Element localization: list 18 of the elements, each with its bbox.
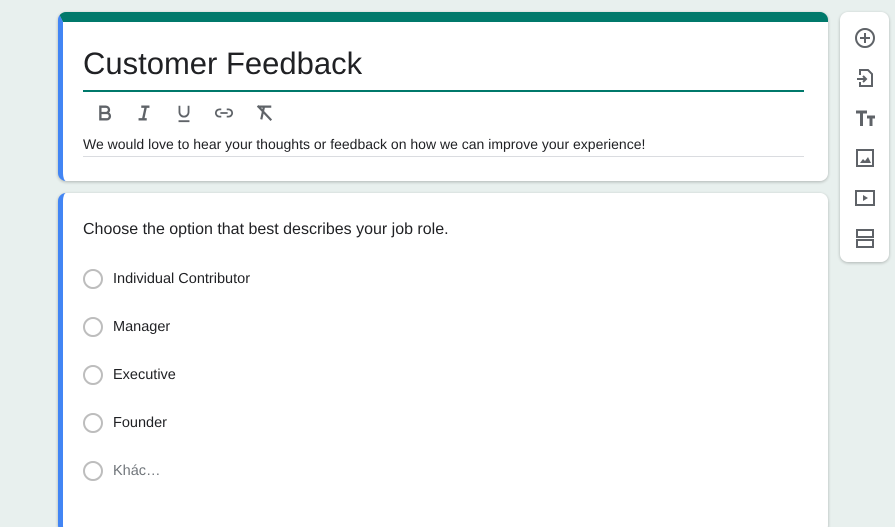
- video-icon[interactable]: [854, 187, 876, 209]
- section-icon[interactable]: [854, 227, 876, 249]
- clear-format-icon: [254, 103, 274, 123]
- question-text: Choose the option that best describes your job role.: [83, 221, 450, 239]
- option-label: Executive: [113, 367, 176, 383]
- option-label: Individual Contributor: [113, 271, 250, 287]
- radio-button[interactable]: [83, 461, 103, 481]
- radio-button[interactable]: [83, 317, 103, 337]
- add-icon[interactable]: [854, 27, 876, 49]
- option-label: Founder: [113, 415, 168, 431]
- image-icon[interactable]: [854, 147, 876, 169]
- other-option-placeholder[interactable]: Khác…: [113, 463, 161, 479]
- form-description-field[interactable]: We would love to hear your thoughts or feedback on how we can improve your experience!: [83, 136, 804, 157]
- radio-button[interactable]: [83, 365, 103, 385]
- option-label: Manager: [113, 319, 170, 335]
- form-title-field[interactable]: Customer Feedback: [83, 46, 804, 92]
- radio-button[interactable]: [83, 269, 103, 289]
- radio-button[interactable]: [83, 413, 103, 433]
